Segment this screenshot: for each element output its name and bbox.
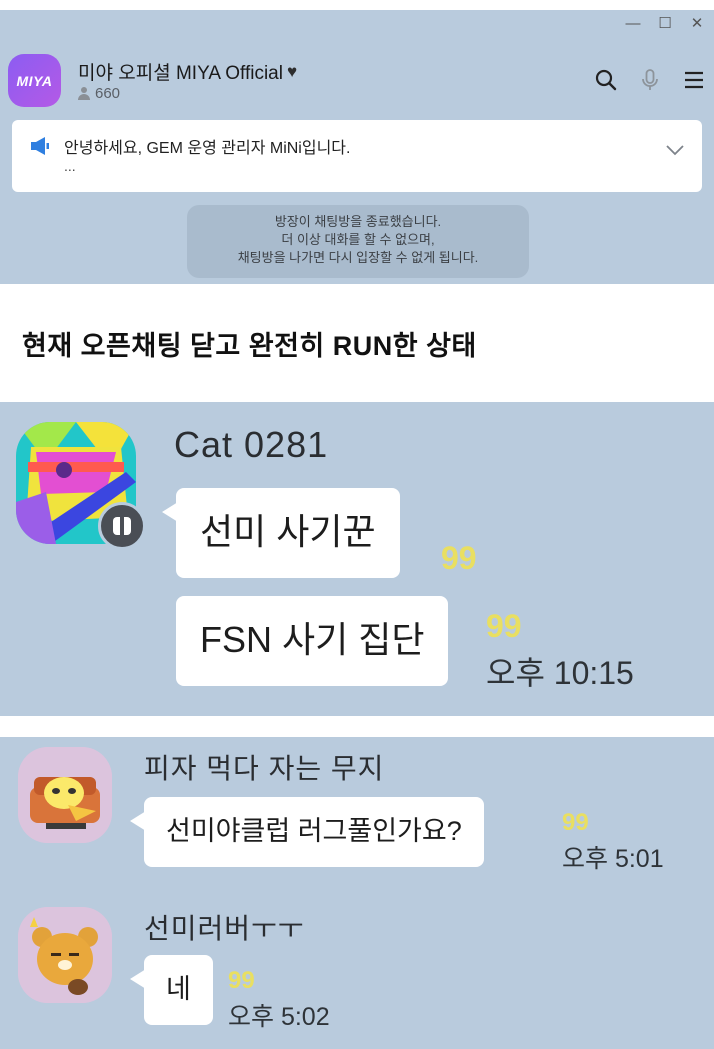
system-message-line: 채팅방을 나가면 다시 입장할 수 없게 됩니다.: [237, 250, 479, 265]
room-title-text: 미야 오피셜 MIYA Official: [78, 63, 283, 84]
system-message: 방장이 채팅방을 종료했습니다. 더 이상 대화를 할 수 없으며, 채팅방을 …: [187, 205, 529, 278]
chat-window: — ☐ ✕ MIYA 미야 오피셜 MIYA Official ♥ 660 안녕…: [0, 10, 714, 284]
caption: 현재 오픈채팅 닫고 완전히 RUN한 상태: [22, 331, 477, 361]
minimize-button[interactable]: —: [624, 15, 642, 33]
room-logo[interactable]: MIYA: [8, 54, 61, 107]
message-bubble[interactable]: 네: [130, 955, 213, 1025]
avatar[interactable]: [18, 907, 112, 1003]
message-bubble[interactable]: 선미 사기꾼: [162, 488, 400, 578]
unread-count: 99: [441, 540, 477, 576]
system-message-line: 방장이 채팅방을 종료했습니다.: [274, 214, 442, 229]
sender-name: 선미러버ㅜㅜ: [144, 913, 305, 944]
notice-text: 안녕하세요, GEM 운영 관리자 MiNi입니다.: [64, 140, 351, 157]
message-time: 오후 10:15: [486, 655, 634, 691]
close-button[interactable]: ✕: [688, 15, 706, 33]
menu-icon[interactable]: [682, 68, 706, 92]
search-icon[interactable]: [594, 68, 618, 92]
person-icon: [78, 87, 90, 100]
system-message-line: 더 이상 대화를 할 수 없으며,: [281, 232, 435, 247]
ryan-avatar-image: [18, 907, 112, 1003]
message-time: 오후 5:02: [228, 1003, 330, 1031]
chat-panel-others: 피자 먹다 자는 무지 선미야클럽 러그풀인가요? 99 오후 5:01 선미러…: [0, 737, 714, 1049]
sender-name: 피자 먹다 자는 무지: [144, 753, 385, 784]
maximize-button[interactable]: ☐: [656, 15, 674, 33]
mic-icon[interactable]: [638, 68, 662, 92]
sender-name: Cat 0281: [174, 424, 329, 465]
message-bubble[interactable]: FSN 사기 집단: [176, 596, 449, 686]
unread-count: 99: [562, 809, 589, 836]
header-actions: [594, 68, 706, 92]
muzi-avatar-image: [18, 747, 112, 843]
chat-badge-icon: [98, 502, 146, 550]
avatar[interactable]: [18, 747, 112, 843]
unread-count: 99: [228, 967, 255, 994]
chevron-down-icon[interactable]: [666, 144, 684, 156]
heart-icon: ♥: [286, 61, 298, 81]
member-count[interactable]: 660: [78, 85, 120, 102]
notice-more: ...: [64, 158, 76, 174]
chat-panel-cat: Cat 0281 선미 사기꾼 99 FSN 사기 집단 99 오후 10:15: [0, 402, 714, 716]
notice-banner[interactable]: 안녕하세요, GEM 운영 관리자 MiNi입니다. ...: [12, 120, 702, 192]
unread-count: 99: [486, 608, 522, 644]
message-bubble[interactable]: 선미야클럽 러그풀인가요?: [130, 797, 484, 867]
member-count-value: 660: [95, 85, 121, 102]
window-controls: — ☐ ✕: [624, 10, 714, 38]
speaker-icon: [31, 137, 49, 155]
room-title: 미야 오피셜 MIYA Official ♥: [78, 58, 297, 85]
message-time: 오후 5:01: [562, 845, 664, 873]
